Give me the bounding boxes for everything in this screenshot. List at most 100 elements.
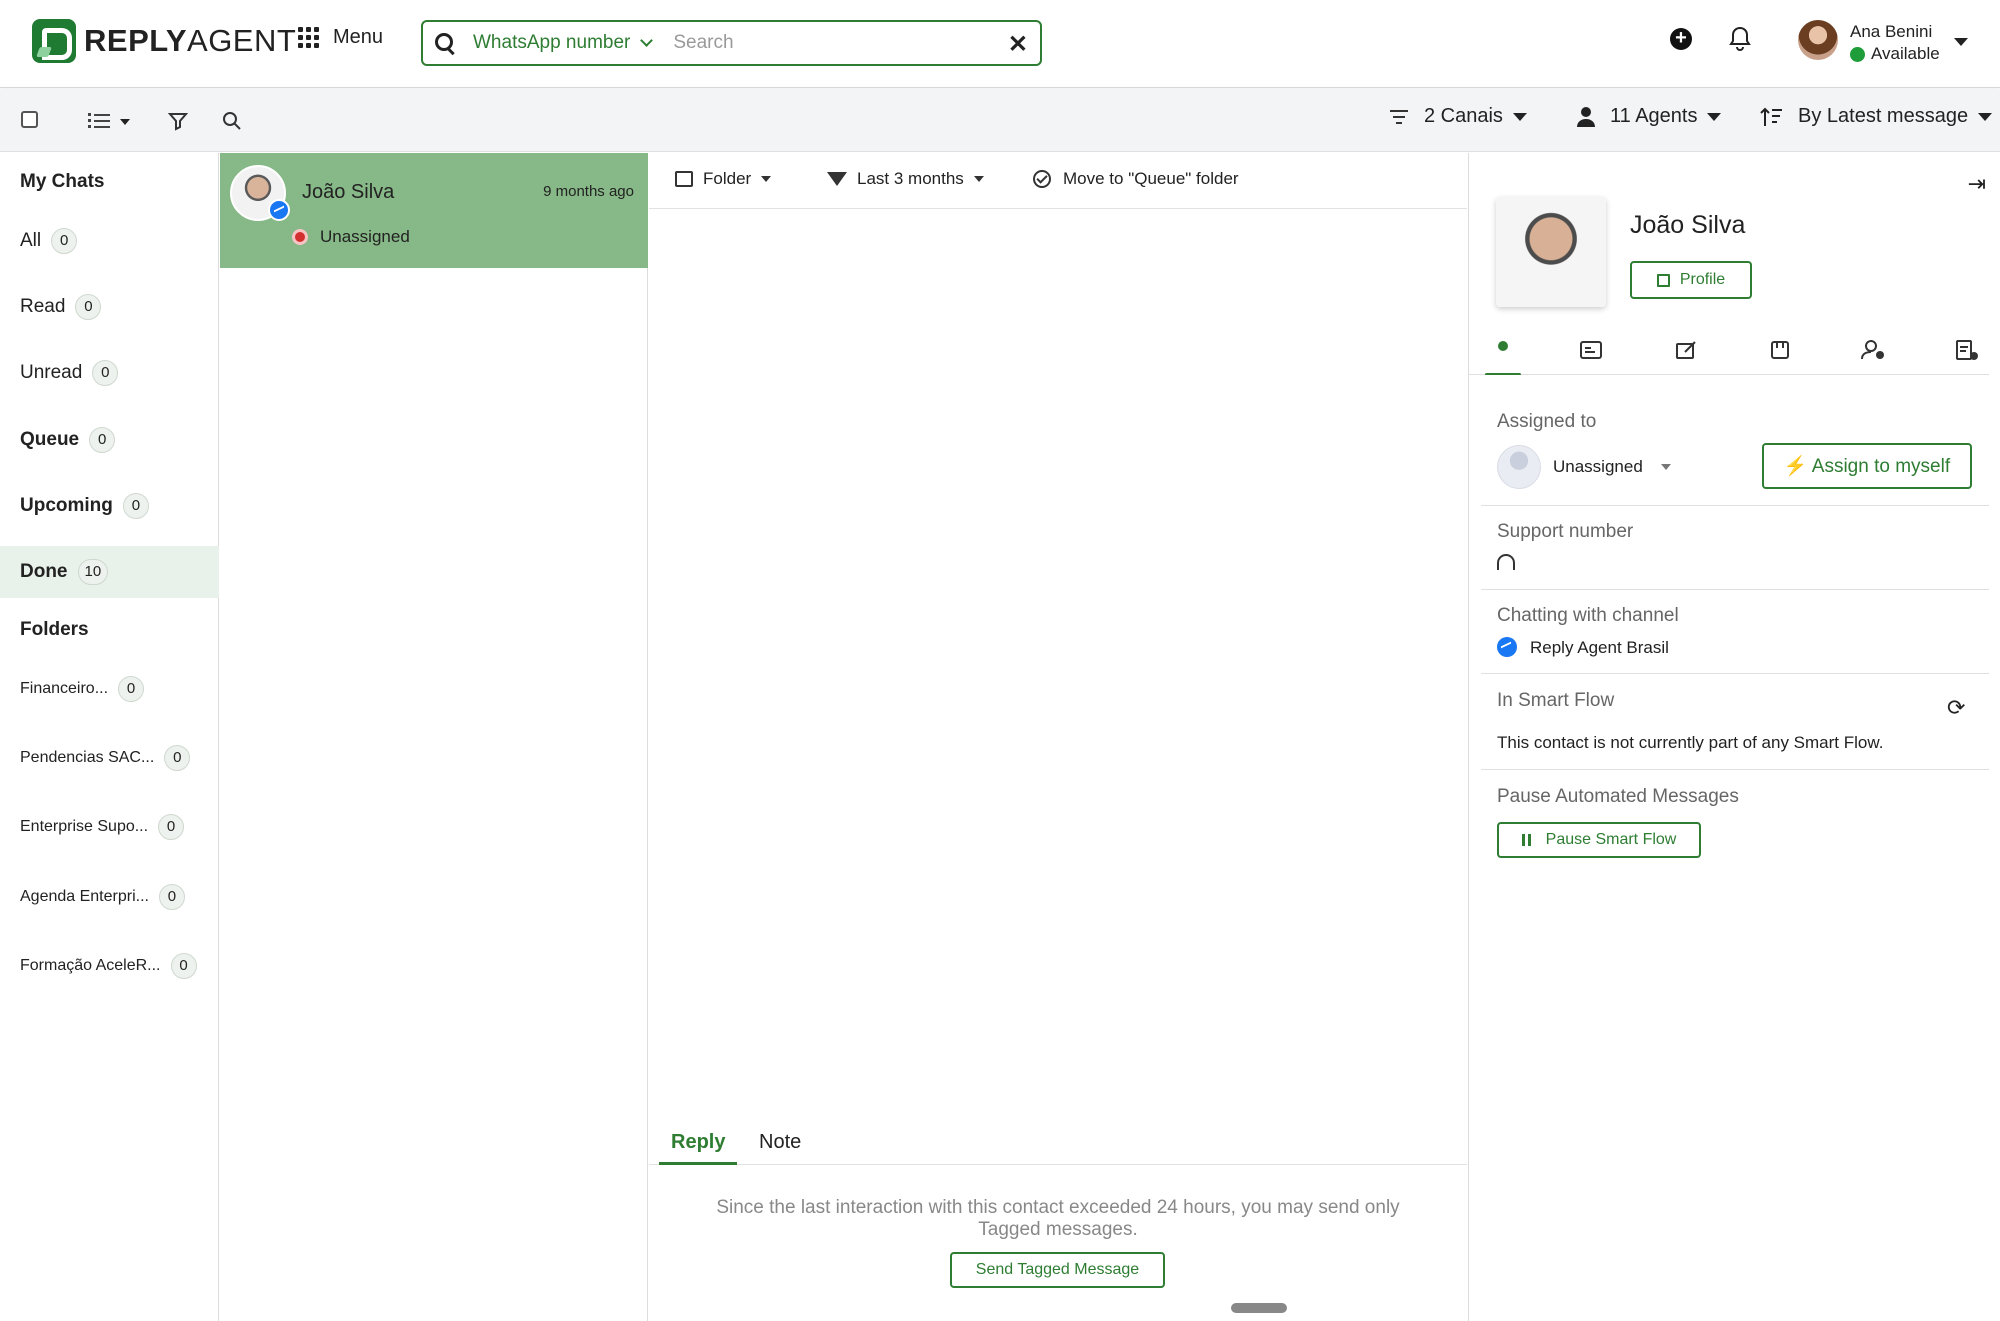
tasks-tab-icon[interactable] bbox=[1955, 339, 1979, 363]
conversation-header: Folder Last 3 months Move to "Queue" fol… bbox=[649, 153, 1467, 209]
smart-flow-label: In Smart Flow bbox=[1497, 690, 1615, 711]
channels-filter[interactable]: 2 Canais bbox=[1388, 105, 1527, 128]
profile-button-label: Profile bbox=[1679, 271, 1726, 288]
list-view-caret-icon[interactable] bbox=[120, 119, 130, 125]
folder-item-formacao[interactable]: Formação AceleR... 0 bbox=[0, 942, 219, 990]
sidebar-item-queue[interactable]: Queue 0 bbox=[0, 414, 219, 466]
filter-icon[interactable] bbox=[167, 111, 189, 136]
user-menu-caret-icon[interactable] bbox=[1954, 38, 1968, 46]
search-input[interactable] bbox=[673, 32, 994, 54]
count-badge: 0 bbox=[164, 745, 191, 771]
collapse-panel-icon[interactable]: ⇥ bbox=[1968, 171, 1986, 197]
count-badge: 0 bbox=[89, 427, 116, 453]
send-tagged-message-button[interactable]: Send Tagged Message bbox=[950, 1252, 1165, 1288]
contact-settings-tab-icon[interactable] bbox=[1861, 339, 1885, 363]
close-icon[interactable]: ✕ bbox=[1008, 30, 1028, 59]
edit-note-tab-icon[interactable] bbox=[1675, 339, 1699, 363]
pause-smart-flow-button[interactable]: Pause Smart Flow bbox=[1497, 822, 1701, 858]
chat-toolbar: 2 Canais 11 Agents By Latest message bbox=[0, 89, 2000, 152]
tab-reply[interactable]: Reply bbox=[659, 1131, 738, 1165]
filter-lines-icon bbox=[1390, 109, 1408, 124]
calendar-tab-icon[interactable] bbox=[1769, 339, 1793, 363]
refresh-icon[interactable]: ⟳ bbox=[1947, 695, 1965, 721]
sidebar-item-unread[interactable]: Unread 0 bbox=[0, 347, 219, 399]
bell-icon[interactable] bbox=[1728, 26, 1752, 57]
select-all-checkbox[interactable] bbox=[21, 111, 38, 128]
user-status[interactable]: Available bbox=[1850, 44, 1940, 64]
caret-down-icon bbox=[1978, 112, 1993, 121]
count-badge: 0 bbox=[170, 953, 197, 979]
chat-list-item[interactable]: João Silva 9 months ago Unassigned bbox=[220, 153, 648, 268]
add-circle-icon[interactable]: + bbox=[1670, 28, 1692, 50]
sort-dropdown[interactable]: By Latest message bbox=[1760, 105, 1993, 128]
user-status-label: Available bbox=[1871, 44, 1940, 63]
search-scope-label: WhatsApp number bbox=[473, 32, 631, 53]
tickets-tab-icon[interactable] bbox=[1579, 339, 1603, 363]
tab-note[interactable]: Note bbox=[759, 1131, 801, 1162]
sidebar-item-all[interactable]: All 0 bbox=[0, 215, 219, 267]
contact-info-tab-icon[interactable] bbox=[1485, 339, 1521, 375]
support-number-label: Support number bbox=[1497, 521, 1634, 542]
folder-label: Agenda Enterpri... bbox=[20, 888, 149, 905]
chat-contact-name: João Silva bbox=[302, 181, 395, 203]
search-scope-dropdown[interactable]: WhatsApp number bbox=[473, 32, 654, 54]
chatting-channel-label: Chatting with channel bbox=[1497, 605, 1679, 626]
smart-flow-status-text: This contact is not currently part of an… bbox=[1497, 733, 1884, 752]
count-badge: 0 bbox=[122, 493, 149, 519]
apps-grid-icon bbox=[298, 27, 319, 48]
contact-details-panel: ⇥ João Silva Profile Assigned to Unassig… bbox=[1468, 153, 2000, 1321]
chat-assignment-status: Unassigned bbox=[292, 227, 410, 247]
sidebar-item-upcoming[interactable]: Upcoming 0 bbox=[0, 480, 219, 532]
agents-filter[interactable]: 11 Agents bbox=[1576, 105, 1722, 128]
global-search: WhatsApp number ✕ bbox=[421, 20, 1042, 66]
sidebar-item-read[interactable]: Read 0 bbox=[0, 281, 219, 333]
folder-item-pendencias[interactable]: Pendencias SAC... 0 bbox=[0, 734, 219, 782]
caret-down-icon bbox=[1660, 464, 1671, 470]
folder-dropdown[interactable]: Folder bbox=[675, 169, 772, 189]
folder-item-enterprise-support[interactable]: Enterprise Supo... 0 bbox=[0, 803, 219, 851]
assignee-label: Unassigned bbox=[1553, 457, 1643, 476]
count-badge: 0 bbox=[92, 360, 119, 386]
folder-label: Financeiro... bbox=[20, 680, 109, 697]
24h-window-notice: Since the last interaction with this con… bbox=[716, 1197, 1400, 1240]
chat-status-label: Unassigned bbox=[320, 227, 410, 246]
channels-filter-label: 2 Canais bbox=[1424, 105, 1503, 127]
filter-icon bbox=[827, 172, 847, 186]
folder-item-agenda-enterprise[interactable]: Agenda Enterpri... 0 bbox=[0, 873, 219, 921]
count-badge: 0 bbox=[75, 294, 102, 320]
headset-icon bbox=[1497, 554, 1515, 570]
user-avatar[interactable] bbox=[1798, 20, 1838, 60]
period-filter-dropdown[interactable]: Last 3 months bbox=[827, 169, 984, 189]
move-to-queue-button[interactable]: Move to "Queue" folder bbox=[1033, 169, 1239, 189]
person-icon bbox=[1577, 106, 1595, 127]
unassigned-status-icon bbox=[292, 229, 308, 245]
messenger-icon bbox=[1497, 637, 1517, 657]
list-view-icon[interactable] bbox=[88, 113, 110, 132]
sidebar-item-label: Read bbox=[20, 296, 66, 317]
profile-button[interactable]: Profile bbox=[1630, 261, 1752, 299]
agents-filter-label: 11 Agents bbox=[1610, 105, 1698, 127]
folder-label: Pendencias SAC... bbox=[20, 749, 155, 766]
caret-down-icon bbox=[1707, 112, 1722, 121]
replyagent-logo[interactable]: REPLYAGENT bbox=[32, 19, 296, 63]
search-icon[interactable] bbox=[222, 111, 242, 136]
folder-item-financeiro[interactable]: Financeiro... 0 bbox=[0, 665, 219, 713]
my-chats-title: My Chats bbox=[20, 171, 105, 192]
messenger-icon bbox=[268, 199, 290, 221]
section-divider bbox=[1481, 673, 1989, 674]
chat-timestamp: 9 months ago bbox=[543, 183, 634, 200]
section-divider bbox=[1481, 589, 1989, 590]
status-online-icon bbox=[1850, 46, 1865, 62]
assign-to-myself-button[interactable]: ⚡ Assign to myself bbox=[1762, 443, 1972, 489]
channel-name: Reply Agent Brasil bbox=[1530, 638, 1669, 657]
sidebar-item-done[interactable]: Done 10 bbox=[0, 546, 219, 598]
caret-down-icon bbox=[1512, 112, 1527, 121]
menu-button[interactable]: Menu bbox=[298, 26, 383, 49]
count-badge: 0 bbox=[158, 814, 185, 840]
contact-name: João Silva bbox=[1630, 211, 1746, 239]
pause-icon bbox=[1521, 834, 1534, 846]
resize-handle[interactable] bbox=[1231, 1303, 1287, 1313]
folders-title: Folders bbox=[20, 619, 89, 640]
assignee-dropdown[interactable]: Unassigned bbox=[1553, 457, 1671, 477]
folder-label: Formação AceleR... bbox=[20, 957, 161, 974]
